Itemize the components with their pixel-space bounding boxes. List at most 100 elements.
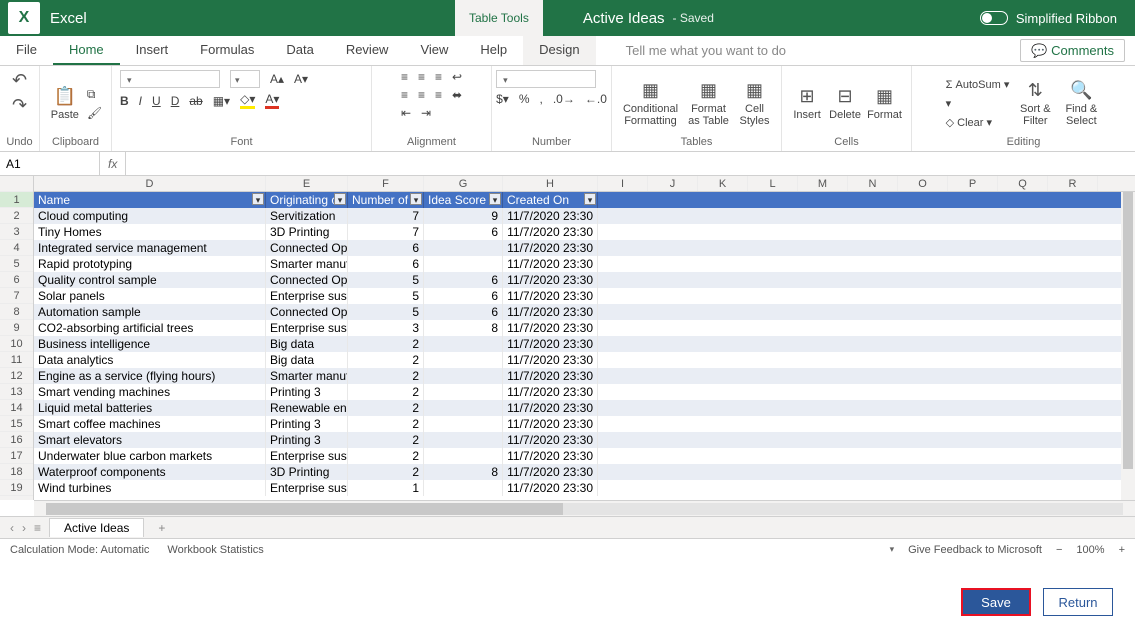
cell[interactable]: [424, 480, 503, 496]
sheet-next-icon[interactable]: ›: [22, 521, 26, 535]
cell-styles-button[interactable]: ▦Cell Styles: [737, 80, 773, 127]
cell[interactable]: [424, 448, 503, 464]
cell[interactable]: Data analytics: [34, 352, 266, 368]
cell[interactable]: 8: [424, 464, 503, 480]
format-painter-icon[interactable]: 🖌: [87, 106, 102, 120]
cell[interactable]: 6: [348, 240, 424, 256]
cell[interactable]: [424, 384, 503, 400]
cell[interactable]: Enterprise susta: [266, 448, 348, 464]
italic-button[interactable]: I: [139, 94, 142, 108]
row-header[interactable]: 19: [0, 480, 33, 496]
cell[interactable]: Smart elevators: [34, 432, 266, 448]
tab-view[interactable]: View: [404, 36, 464, 65]
add-sheet-button[interactable]: +: [152, 521, 171, 535]
filter-dropdown-icon[interactable]: ▾: [584, 193, 596, 205]
column-header[interactable]: N: [848, 176, 898, 191]
cell[interactable]: Connected Oper: [266, 272, 348, 288]
filter-dropdown-icon[interactable]: ▾: [410, 193, 422, 205]
tab-data[interactable]: Data: [270, 36, 329, 65]
sheet-prev-icon[interactable]: ‹: [10, 521, 14, 535]
name-box[interactable]: A1: [0, 152, 100, 175]
cell[interactable]: Big data: [266, 336, 348, 352]
cell[interactable]: Big data: [266, 352, 348, 368]
table-row[interactable]: Integrated service managementConnected O…: [34, 240, 1135, 256]
cell[interactable]: [424, 240, 503, 256]
row-header[interactable]: 4: [0, 240, 33, 256]
table-row[interactable]: Engine as a service (flying hours)Smarte…: [34, 368, 1135, 384]
format-cells-button[interactable]: ▦Format: [867, 86, 902, 121]
table-row[interactable]: Data analyticsBig data211/7/2020 23:30: [34, 352, 1135, 368]
table-header-cell[interactable]: Originating cl▾: [266, 192, 348, 208]
delete-cells-button[interactable]: ⊟Delete: [829, 86, 861, 121]
cell[interactable]: 7: [348, 208, 424, 224]
cell[interactable]: 6: [424, 272, 503, 288]
column-header[interactable]: Q: [998, 176, 1048, 191]
align-right-icon[interactable]: ≡: [435, 88, 442, 102]
row-header[interactable]: 16: [0, 432, 33, 448]
tab-insert[interactable]: Insert: [120, 36, 185, 65]
column-header[interactable]: E: [266, 176, 348, 191]
decrease-indent-icon[interactable]: ⇤: [401, 106, 411, 120]
cell[interactable]: Business intelligence: [34, 336, 266, 352]
double-underline-button[interactable]: D: [171, 94, 180, 108]
cell[interactable]: Smarter manufa: [266, 256, 348, 272]
cell[interactable]: 6: [424, 224, 503, 240]
cell[interactable]: [424, 416, 503, 432]
cell[interactable]: 11/7/2020 23:30: [503, 288, 598, 304]
table-header-cell[interactable]: Idea Score▾: [424, 192, 503, 208]
wrap-text-icon[interactable]: ↩: [452, 70, 462, 84]
paste-button[interactable]: 📋 Paste: [49, 86, 81, 121]
column-header[interactable]: O: [898, 176, 948, 191]
cell[interactable]: 9: [424, 208, 503, 224]
cell[interactable]: 11/7/2020 23:30: [503, 336, 598, 352]
cell[interactable]: 11/7/2020 23:30: [503, 464, 598, 480]
row-header[interactable]: 3: [0, 224, 33, 240]
strikethrough-button[interactable]: ab: [189, 94, 202, 108]
sort-filter-button[interactable]: ⇅Sort & Filter: [1015, 80, 1055, 127]
cell[interactable]: 6: [424, 304, 503, 320]
simplified-ribbon-toggle[interactable]: Simplified Ribbon: [980, 11, 1117, 26]
cell[interactable]: Enterprise susta: [266, 288, 348, 304]
cell[interactable]: Smart coffee machines: [34, 416, 266, 432]
cell[interactable]: 2: [348, 384, 424, 400]
cell[interactable]: Liquid metal batteries: [34, 400, 266, 416]
cell[interactable]: 3D Printing: [266, 224, 348, 240]
fill-color-button[interactable]: ◇▾: [240, 92, 255, 109]
column-header[interactable]: D: [34, 176, 266, 191]
align-bottom-icon[interactable]: ≡: [435, 70, 442, 84]
table-header-cell[interactable]: Name▾: [34, 192, 266, 208]
filter-dropdown-icon[interactable]: ▾: [334, 193, 346, 205]
border-button[interactable]: ▦▾: [213, 94, 230, 108]
cell[interactable]: 3D Printing: [266, 464, 348, 480]
format-as-table-button[interactable]: ▦Format as Table: [687, 80, 731, 127]
table-row[interactable]: Rapid prototypingSmarter manufa611/7/202…: [34, 256, 1135, 272]
table-row[interactable]: Waterproof components3D Printing2811/7/2…: [34, 464, 1135, 480]
column-header[interactable]: M: [798, 176, 848, 191]
cell[interactable]: 5: [348, 304, 424, 320]
cell[interactable]: 6: [348, 256, 424, 272]
table-row[interactable]: Wind turbinesEnterprise susta111/7/2020 …: [34, 480, 1135, 496]
cell[interactable]: 2: [348, 448, 424, 464]
row-header[interactable]: 2: [0, 208, 33, 224]
increase-decimal-icon[interactable]: .0→: [553, 92, 575, 106]
cell[interactable]: [424, 368, 503, 384]
cell[interactable]: 11/7/2020 23:30: [503, 240, 598, 256]
table-row[interactable]: Quality control sampleConnected Oper5611…: [34, 272, 1135, 288]
cell[interactable]: Smarter manufa: [266, 368, 348, 384]
fill-button[interactable]: ▾: [946, 97, 952, 110]
horizontal-scrollbar[interactable]: [34, 500, 1135, 516]
cell[interactable]: 2: [348, 416, 424, 432]
cell[interactable]: Automation sample: [34, 304, 266, 320]
cell[interactable]: Rapid prototyping: [34, 256, 266, 272]
row-header[interactable]: 5: [0, 256, 33, 272]
column-header[interactable]: J: [648, 176, 698, 191]
cell[interactable]: Connected Oper: [266, 240, 348, 256]
bold-button[interactable]: B: [120, 94, 129, 108]
cell[interactable]: [424, 256, 503, 272]
increase-font-icon[interactable]: A▴: [270, 72, 284, 86]
sheet-list-icon[interactable]: ≡: [34, 521, 41, 535]
cell[interactable]: Smart vending machines: [34, 384, 266, 400]
cell[interactable]: Printing 3: [266, 432, 348, 448]
cell[interactable]: 8: [424, 320, 503, 336]
row-header[interactable]: 14: [0, 400, 33, 416]
